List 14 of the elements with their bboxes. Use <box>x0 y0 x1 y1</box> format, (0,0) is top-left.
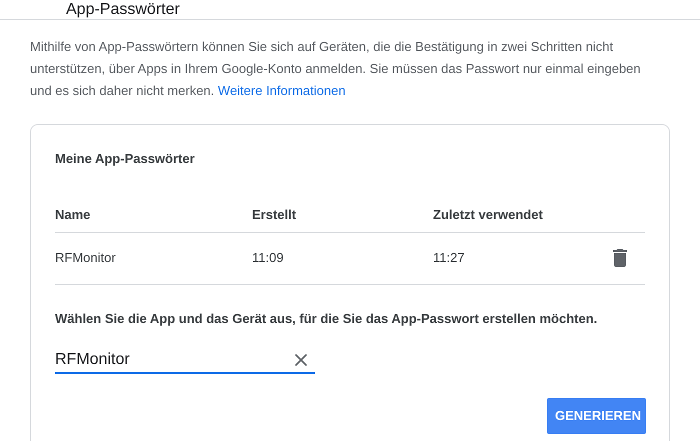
table-cell-text: RFMonitor <box>55 249 116 268</box>
column-header: Erstellt <box>252 206 296 224</box>
delete-icon[interactable] <box>613 249 627 267</box>
table-cell-text: 11:27 <box>433 249 465 268</box>
app-name-field[interactable]: RFMonitor <box>55 348 291 372</box>
table-cell-text: 11:09 <box>252 249 284 268</box>
card-title: Meine App-Passwörter <box>55 150 195 168</box>
intro-paragraph: Mithilfe von App-Passwörtern können Sie sich auf Geräten, die die Bestätigung in zwei Schritten nicht unterstützen, über Apps in Ihrem Google-Konto anmelden. Sie müssen das Passwort nur einmal eingeben und es sich daher nicht merken. Weitere Informationen <box>30 38 642 100</box>
column-header: Name <box>55 206 90 224</box>
prompt-text: Wählen Sie die App und das Gerät aus, für die Sie das App-Passwort erstellen möchten. <box>55 310 598 328</box>
generate-button[interactable]: GENERIEREN <box>547 398 646 434</box>
page-title: App-Passwörter <box>66 0 180 19</box>
column-header: Zuletzt verwendet <box>433 206 543 224</box>
more-info-link[interactable]: Weitere Informationen <box>218 83 346 98</box>
